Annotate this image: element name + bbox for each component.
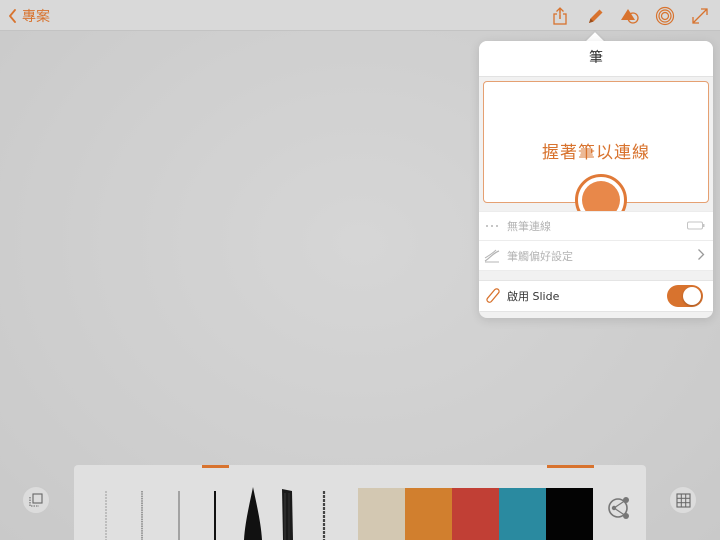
pencil-icon[interactable] [586, 6, 606, 26]
grid-icon [675, 492, 691, 508]
top-toolbar: 專案 [0, 0, 720, 31]
share-icon[interactable] [550, 6, 570, 26]
color-swatch-sand[interactable] [358, 488, 405, 540]
back-label: 專案 [22, 9, 50, 25]
row-label: 無筆連線 [507, 220, 551, 233]
row-enable-slide[interactable]: 啟用 Slide [479, 280, 713, 312]
color-mixer-button[interactable] [606, 495, 632, 521]
color-swatch-orange[interactable] [405, 488, 452, 540]
expand-icon[interactable] [690, 6, 710, 26]
color-swatch-teal[interactable] [499, 488, 546, 540]
row-no-pencil-connect: 無筆連線 [479, 211, 713, 241]
brush-marker[interactable] [210, 487, 220, 540]
dots-icon [484, 218, 500, 234]
back-button[interactable]: 專案 [8, 6, 50, 26]
brush-pencil[interactable] [138, 487, 146, 540]
battery-icon [687, 220, 705, 233]
layers-button[interactable] [22, 486, 50, 514]
brush-color-tray [74, 465, 646, 540]
color-swatch-black[interactable] [546, 488, 593, 540]
pencil-popover: 筆 握著筆以連線 無筆連線 筆觸偏好設定 啟用 Slide [479, 41, 713, 318]
selected-brush-marker [202, 465, 229, 468]
brush-charcoal[interactable] [280, 487, 296, 540]
chevron-right-icon [697, 248, 705, 263]
stylus-icon [484, 288, 500, 304]
ring-icon[interactable] [655, 6, 675, 26]
grid-button[interactable] [669, 486, 697, 514]
pencil-connect-area[interactable]: 握著筆以連線 [483, 81, 709, 226]
brush-fine-pen[interactable] [175, 487, 183, 540]
stroke-icon [484, 248, 500, 264]
row-stroke-preferences: 筆觸偏好設定 [479, 241, 713, 271]
color-swatch-red[interactable] [452, 488, 499, 540]
connect-prompt: 握著筆以連線 [542, 143, 650, 163]
layers-icon [29, 493, 43, 507]
selected-color-marker [547, 465, 594, 468]
row-label: 啟用 Slide [507, 290, 560, 303]
slide-toggle[interactable] [667, 285, 703, 307]
shapes-icon[interactable] [620, 6, 640, 26]
color-mixer-icon [608, 497, 629, 519]
chevron-left-icon [9, 9, 16, 23]
row-label: 筆觸偏好設定 [507, 249, 573, 263]
popover-title: 筆 [479, 41, 713, 77]
brush-calligraphy[interactable] [242, 487, 264, 540]
brush-airbrush[interactable] [320, 487, 328, 540]
toggle-knob [683, 287, 701, 305]
brush-pencil-light[interactable] [102, 487, 110, 540]
